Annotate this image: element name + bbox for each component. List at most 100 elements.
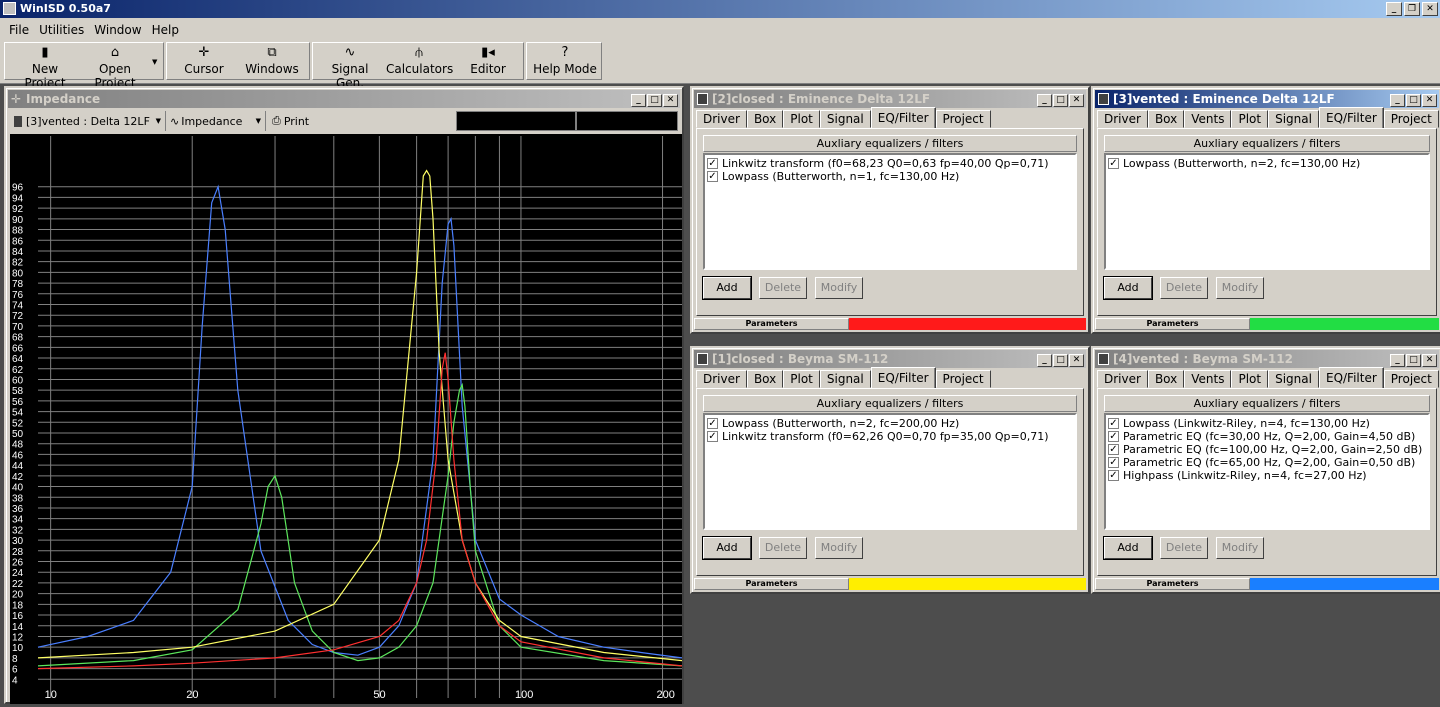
plot-type-select[interactable]: ∿ Impedance ▼ <box>166 111 266 131</box>
new-project-button[interactable]: ▮ New Project <box>12 44 78 90</box>
filter-list-item[interactable]: ✓ Parametric EQ (fc=65,00 Hz, Q=2,00, Gai… <box>1108 456 1426 469</box>
project-select[interactable]: [3]vented : Delta 12LF ▼ <box>10 111 166 131</box>
tab-project[interactable]: Project <box>935 370 991 388</box>
checkbox[interactable]: ✓ <box>707 431 718 442</box>
eq-window-titlebar[interactable]: [4]vented : Beyma SM-112 _ □ ✕ <box>1095 350 1439 368</box>
parameters-label[interactable]: Parameters <box>1095 578 1250 590</box>
tab-driver[interactable]: Driver <box>696 370 747 388</box>
menu-file[interactable]: File <box>4 23 34 37</box>
minimize-icon[interactable]: _ <box>631 94 646 107</box>
print-button[interactable]: ⎙ Print <box>266 111 315 131</box>
filter-list-item[interactable]: ✓ Parametric EQ (fc=30,00 Hz, Q=2,00, Gai… <box>1108 430 1426 443</box>
tab-plot[interactable]: Plot <box>1231 110 1269 128</box>
eq-window-titlebar[interactable]: [1]closed : Beyma SM-112 _ □ ✕ <box>694 350 1086 368</box>
add-button[interactable]: Add <box>702 276 752 300</box>
checkbox[interactable]: ✓ <box>1108 444 1119 455</box>
minimize-icon[interactable]: _ <box>1390 94 1405 107</box>
filter-list-item[interactable]: ✓ Parametric EQ (fc=100,00 Hz, Q=2,00, Ga… <box>1108 443 1426 456</box>
filter-list-item[interactable]: ✓ Linkwitz transform (f0=62,26 Q0=0,70 fp… <box>707 430 1073 443</box>
impedance-window-titlebar[interactable]: ✛ Impedance _ □ ✕ <box>8 90 680 108</box>
maximize-icon[interactable]: □ <box>1406 94 1421 107</box>
minimize-icon[interactable]: _ <box>1037 94 1052 107</box>
checkbox[interactable]: ✓ <box>707 418 718 429</box>
tab-box[interactable]: Box <box>746 370 784 388</box>
close-icon[interactable]: ✕ <box>663 94 678 107</box>
filter-list-item[interactable]: ✓ Lowpass (Butterworth, n=1, fc=130,00 Hz… <box>707 170 1073 183</box>
filter-list-item[interactable]: ✓ Highpass (Linkwitz-Riley, n=4, fc=27,00… <box>1108 469 1426 482</box>
tab-driver[interactable]: Driver <box>1097 110 1148 128</box>
tab-signal[interactable]: Signal <box>1268 110 1319 128</box>
tab-plot[interactable]: Plot <box>783 370 820 388</box>
checkbox[interactable]: ✓ <box>1108 457 1119 468</box>
minimize-icon[interactable]: _ <box>1037 354 1052 367</box>
add-button[interactable]: Add <box>702 536 752 560</box>
menu-window[interactable]: Window <box>89 23 146 37</box>
checkbox[interactable]: ✓ <box>1108 431 1119 442</box>
close-icon[interactable]: ✕ <box>1069 354 1084 367</box>
checkbox[interactable]: ✓ <box>707 158 718 169</box>
maximize-icon[interactable]: □ <box>1053 354 1068 367</box>
tab-plot[interactable]: Plot <box>783 110 820 128</box>
modify-button[interactable]: Modify <box>815 537 863 559</box>
close-icon[interactable]: ✕ <box>1069 94 1084 107</box>
delete-button[interactable]: Delete <box>1160 277 1208 299</box>
editor-button[interactable]: ▮◂ Editor <box>456 44 520 78</box>
windows-button[interactable]: ⧉ Windows <box>240 44 304 78</box>
tab-eq-filter[interactable]: EQ/Filter <box>870 107 936 128</box>
add-button[interactable]: Add <box>1103 276 1153 300</box>
tab-driver[interactable]: Driver <box>1097 370 1148 388</box>
maximize-icon[interactable]: □ <box>1053 94 1068 107</box>
checkbox[interactable]: ✓ <box>1108 158 1119 169</box>
modify-button[interactable]: Modify <box>1216 537 1264 559</box>
filter-list[interactable]: ✓ Lowpass (Butterworth, n=2, fc=130,00 Hz… <box>1104 153 1430 270</box>
filter-list[interactable]: ✓ Lowpass (Linkwitz-Riley, n=4, fc=130,00… <box>1104 413 1430 530</box>
add-button[interactable]: Add <box>1103 536 1153 560</box>
checkbox[interactable]: ✓ <box>707 171 718 182</box>
parameters-label[interactable]: Parameters <box>694 578 849 590</box>
filter-list-item[interactable]: ✓ Linkwitz transform (f0=68,23 Q0=0,63 fp… <box>707 157 1073 170</box>
tab-signal[interactable]: Signal <box>1268 370 1319 388</box>
tab-project[interactable]: Project <box>1383 370 1439 388</box>
close-icon[interactable]: ✕ <box>1422 94 1437 107</box>
close-icon[interactable]: ✕ <box>1422 354 1437 367</box>
minimize-icon[interactable]: _ <box>1386 2 1402 16</box>
checkbox[interactable]: ✓ <box>1108 418 1119 429</box>
delete-button[interactable]: Delete <box>1160 537 1208 559</box>
impedance-chart[interactable]: 4 6 8 10 12 14 16 18 20 22 24 26 28 30 32 34 36 38 40 42 44 4… <box>10 134 683 704</box>
open-project-dropdown-icon[interactable]: ▼ <box>152 58 157 66</box>
help-mode-button[interactable]: ? Help Mode <box>530 44 600 78</box>
restore-icon[interactable]: ❐ <box>1404 2 1420 16</box>
delete-button[interactable]: Delete <box>759 277 807 299</box>
delete-button[interactable]: Delete <box>759 537 807 559</box>
tab-signal[interactable]: Signal <box>819 370 871 388</box>
filter-list-item[interactable]: ✓ Lowpass (Linkwitz-Riley, n=4, fc=130,00… <box>1108 417 1426 430</box>
tab-vents[interactable]: Vents <box>1184 110 1232 128</box>
filter-list[interactable]: ✓ Lowpass (Butterworth, n=2, fc=200,00 Hz… <box>703 413 1077 530</box>
modify-button[interactable]: Modify <box>1216 277 1264 299</box>
modify-button[interactable]: Modify <box>815 277 863 299</box>
parameters-label[interactable]: Parameters <box>1095 318 1250 330</box>
tab-eq-filter[interactable]: EQ/Filter <box>870 367 936 388</box>
eq-window-titlebar[interactable]: [2]closed : Eminence Delta 12LF _ □ ✕ <box>694 90 1086 108</box>
filter-list[interactable]: ✓ Linkwitz transform (f0=68,23 Q0=0,63 fp… <box>703 153 1077 270</box>
filter-list-item[interactable]: ✓ Lowpass (Butterworth, n=2, fc=130,00 Hz… <box>1108 157 1426 170</box>
tab-plot[interactable]: Plot <box>1231 370 1269 388</box>
signal-gen-button[interactable]: ∿ Signal Gen. <box>316 44 384 90</box>
open-project-button[interactable]: ⌂ Open Project <box>80 44 150 90</box>
tab-project[interactable]: Project <box>1383 110 1439 128</box>
close-icon[interactable]: ✕ <box>1422 2 1438 16</box>
parameters-label[interactable]: Parameters <box>694 318 849 330</box>
eq-window-titlebar[interactable]: [3]vented : Eminence Delta 12LF _ □ ✕ <box>1095 90 1439 108</box>
tab-box[interactable]: Box <box>1147 370 1185 388</box>
filter-list-item[interactable]: ✓ Lowpass (Butterworth, n=2, fc=200,00 Hz… <box>707 417 1073 430</box>
tab-box[interactable]: Box <box>746 110 784 128</box>
tab-eq-filter[interactable]: EQ/Filter <box>1318 107 1384 128</box>
tab-vents[interactable]: Vents <box>1184 370 1232 388</box>
tab-driver[interactable]: Driver <box>696 110 747 128</box>
menu-utilities[interactable]: Utilities <box>34 23 89 37</box>
calculators-button[interactable]: ⫛ Calculators <box>386 44 453 78</box>
minimize-icon[interactable]: _ <box>1390 354 1405 367</box>
tab-project[interactable]: Project <box>935 110 991 128</box>
cursor-button[interactable]: ✛ Cursor <box>172 44 236 78</box>
maximize-icon[interactable]: □ <box>1406 354 1421 367</box>
